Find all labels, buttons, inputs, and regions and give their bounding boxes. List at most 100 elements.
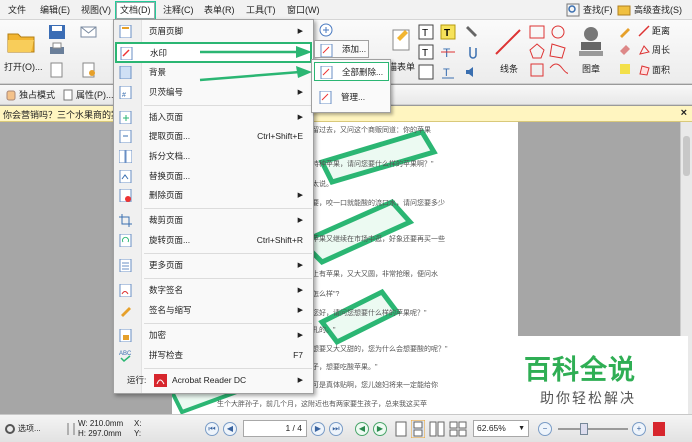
menu-item-crop-pages[interactable]: 裁剪页面 ▶ <box>116 211 311 230</box>
zoom-in-icon[interactable] <box>318 22 336 38</box>
properties-button[interactable]: 属性(P)... <box>62 89 114 101</box>
page-number-input[interactable]: 1 / 4 <box>243 420 307 437</box>
callout-icon[interactable]: T <box>418 44 434 60</box>
document-tab[interactable]: 你会营销吗？三个水果商的案 <box>3 108 120 121</box>
page-width-readout: W: 210.0mm <box>78 419 124 428</box>
zoom-slider[interactable] <box>558 423 628 435</box>
doc-line: 要，咬一口就能酸的流口水，请问您要多少 <box>312 200 445 207</box>
options-button[interactable]: 选项... <box>4 423 41 435</box>
scrollbar-thumb[interactable] <box>683 136 690 176</box>
menu-tools[interactable]: 工具(T) <box>243 3 279 17</box>
stamp-icon[interactable] <box>576 24 606 60</box>
menu-item-label: 签名与缩写 <box>149 305 192 315</box>
zoom-in-button[interactable]: + <box>632 422 646 436</box>
prev-page-button[interactable]: ◀ <box>223 422 237 436</box>
menu-item-header-footer[interactable]: 页眉页脚 ▶ <box>116 22 311 41</box>
back-button[interactable]: ◀ <box>355 422 369 436</box>
insert-page-icon <box>119 111 132 124</box>
save-icon[interactable] <box>48 24 66 40</box>
menu-window[interactable]: 窗口(W) <box>284 3 323 17</box>
continuous-page-icon[interactable] <box>411 420 425 438</box>
svg-text:T: T <box>443 67 450 79</box>
area-tool[interactable]: 面积 <box>638 63 670 76</box>
audio-icon[interactable] <box>464 64 480 80</box>
single-page-icon[interactable] <box>395 421 407 437</box>
menu-item-extract-pages[interactable]: 提取页面... Ctrl+Shift+E <box>116 127 311 146</box>
close-tab-icon[interactable]: × <box>681 107 687 119</box>
search-button[interactable]: 查找(F) <box>566 2 613 18</box>
menu-item-insert-page[interactable]: 插入页面 ▶ <box>116 108 311 127</box>
area-icon <box>639 64 650 76</box>
exclusive-mode-button[interactable]: 独占模式 <box>5 89 55 101</box>
menu-item-spell-check[interactable]: ABC 拼写检查 F7 <box>116 346 311 365</box>
text-icon[interactable]: T <box>440 24 456 40</box>
menu-item-encrypt[interactable]: 加密 ▶ <box>116 326 311 345</box>
svg-text:T: T <box>444 28 450 39</box>
forward-button[interactable]: ▶ <box>373 422 387 436</box>
menu-separator <box>144 368 312 369</box>
menu-item-more-pages[interactable]: 更多页面 ▶ <box>116 256 311 275</box>
submenu-arrow-icon: ▶ <box>297 262 303 269</box>
menu-separator <box>144 278 312 279</box>
menu-item-replace-pages[interactable]: 替换页面... <box>116 167 311 186</box>
facing-pages-icon[interactable] <box>429 421 445 437</box>
distance-tool[interactable]: 距离 <box>638 24 670 37</box>
menu-item-rotate-pages[interactable]: 旋转页面... Ctrl+Shift+R <box>116 231 311 250</box>
digital-signature-icon <box>119 284 132 297</box>
more-pages-icon <box>119 259 132 272</box>
menu-view[interactable]: 视图(V) <box>78 3 114 17</box>
perimeter-tool[interactable]: 周长 <box>638 43 670 56</box>
bates-icon: # <box>119 86 132 99</box>
menu-item-background[interactable]: 背景 ▶ <box>116 63 311 82</box>
menu-item-split-document[interactable]: 拆分文档... <box>116 147 311 166</box>
attach-icon[interactable] <box>464 44 480 60</box>
first-page-button[interactable]: ⏮ <box>205 422 219 436</box>
watermark-remove-all[interactable]: 全部删除... <box>314 62 389 81</box>
menu-separator <box>144 323 312 324</box>
menu-edit[interactable]: 编辑(E) <box>37 3 73 17</box>
new-document-icon[interactable] <box>48 62 66 78</box>
menu-item-watermark[interactable]: 水印 ▶ <box>116 43 311 62</box>
zoom-select[interactable]: 62.65% ▼ <box>473 420 529 437</box>
tool-icon[interactable] <box>80 62 98 78</box>
shape-tools-icon[interactable] <box>528 24 568 80</box>
zoom-slider-knob[interactable] <box>580 423 588 435</box>
line-icon[interactable] <box>493 26 523 58</box>
split-document-icon <box>119 150 132 163</box>
zoom-out-button[interactable]: − <box>538 422 552 436</box>
page-height-readout: H: 297.0mm <box>78 429 122 438</box>
menu-file[interactable]: 文件 <box>5 3 29 17</box>
underline-icon[interactable]: T <box>440 64 456 80</box>
gear-icon <box>5 424 15 434</box>
pencil-icon[interactable] <box>618 24 632 38</box>
watermark-add[interactable]: 添加... <box>315 41 368 57</box>
last-page-button[interactable]: ⏭ <box>329 422 343 436</box>
menu-item-delete-pages[interactable]: 删除页面 ▶ <box>116 186 311 205</box>
typewriter-icon[interactable] <box>391 26 413 56</box>
open-button-label[interactable]: 打开(O)... <box>4 60 43 73</box>
menu-shortcut: F7 <box>293 350 303 360</box>
eraser-icon[interactable] <box>618 42 632 56</box>
highlight-icon[interactable] <box>618 62 632 76</box>
text-box-icon[interactable]: T <box>418 24 434 40</box>
pin-icon[interactable] <box>464 24 480 40</box>
menu-document[interactable]: 文档(D) <box>116 2 155 19</box>
continuous-facing-icon[interactable] <box>449 421 467 437</box>
menu-item-digital-signature[interactable]: 数字签名 ▶ <box>116 281 311 300</box>
next-page-button[interactable]: ▶ <box>311 422 325 436</box>
watermark-manage[interactable]: 管理... <box>314 88 389 107</box>
open-folder-icon[interactable] <box>6 26 36 56</box>
pdf-icon[interactable] <box>652 421 666 437</box>
menu-item-sign-initials[interactable]: 签名与缩写 ▶ <box>116 301 311 320</box>
menu-item-run[interactable]: 运行: Acrobat Reader DC ▶ <box>116 371 311 390</box>
email-icon[interactable] <box>80 24 98 40</box>
strikeout-icon[interactable]: T <box>440 44 456 60</box>
menu-form[interactable]: 表单(R) <box>201 3 238 17</box>
menu-item-bates-numbering[interactable]: # 贝茨编号 ▶ <box>116 83 311 102</box>
insert-text-icon[interactable] <box>418 64 434 80</box>
menu-comment[interactable]: 注释(C) <box>160 3 197 17</box>
advanced-search-button[interactable]: 高级查找(S) <box>617 2 682 18</box>
encrypt-icon <box>119 329 132 342</box>
menu-item-label: 加密 <box>149 330 167 340</box>
print-icon[interactable] <box>48 42 66 58</box>
